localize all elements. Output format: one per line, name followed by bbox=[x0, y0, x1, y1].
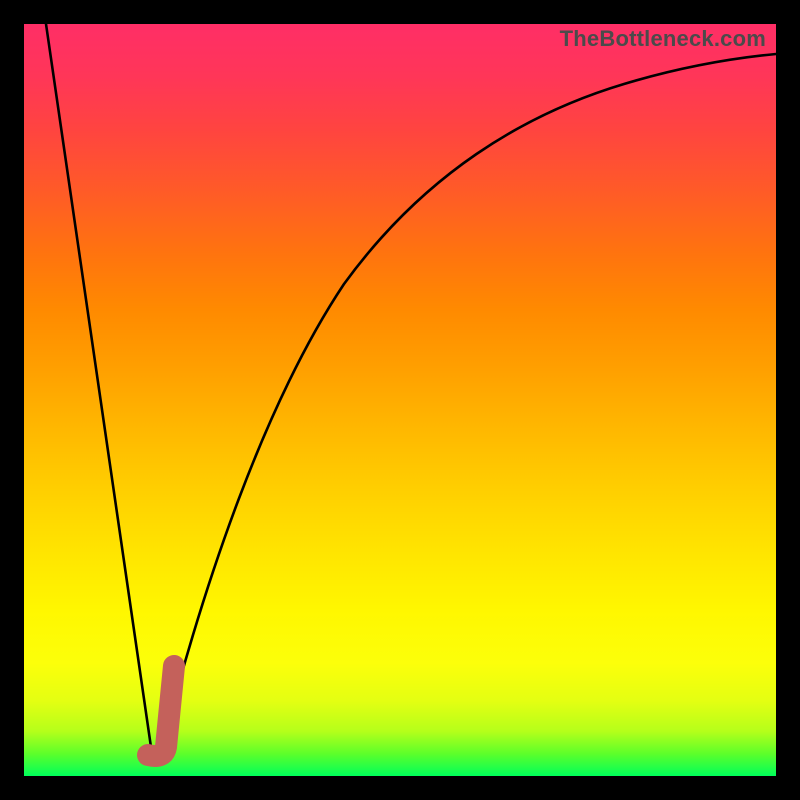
plot-area: TheBottleneck.com bbox=[24, 24, 776, 776]
marker-hook bbox=[148, 666, 174, 756]
chart-frame: TheBottleneck.com bbox=[0, 0, 800, 800]
curve-layer bbox=[24, 24, 776, 776]
bottleneck-curve bbox=[46, 24, 776, 754]
